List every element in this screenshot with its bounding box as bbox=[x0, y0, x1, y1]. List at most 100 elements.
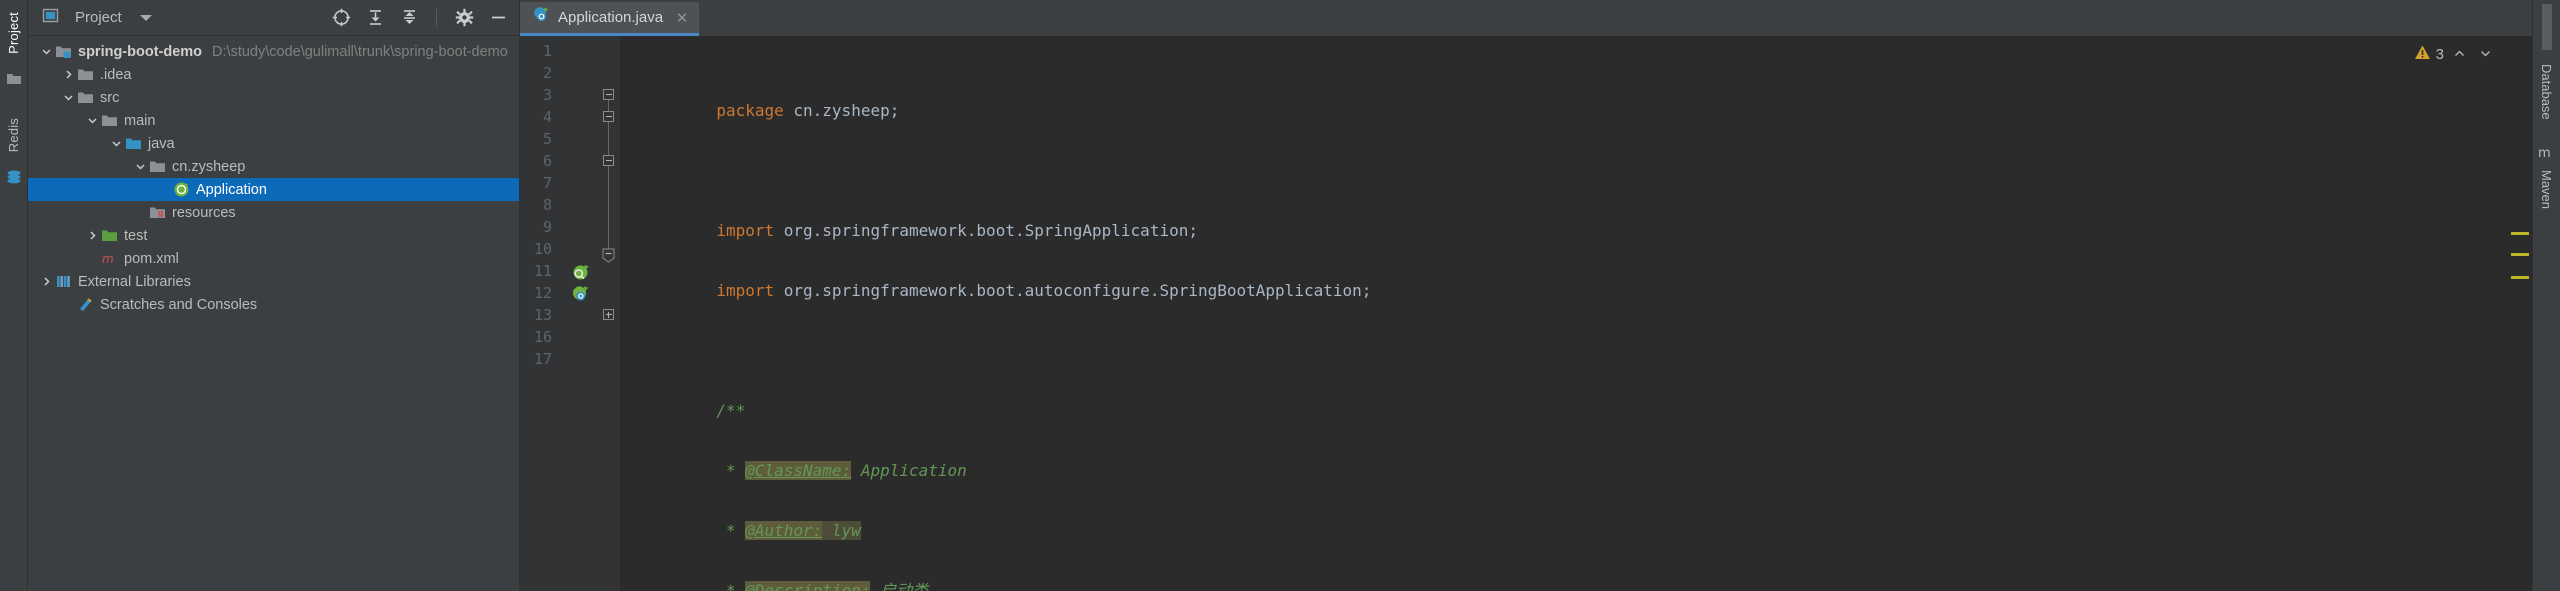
sidebar-item-database[interactable]: Database bbox=[2539, 58, 2554, 126]
expand-all-icon[interactable] bbox=[362, 5, 388, 31]
chevron-down-icon[interactable] bbox=[2475, 46, 2496, 64]
token-javadoc-tag: @ClassName: bbox=[745, 461, 852, 480]
tree-row-pom-xml[interactable]: m pom.xml bbox=[28, 247, 519, 270]
resources-folder-icon bbox=[148, 204, 166, 222]
token-text: ; bbox=[1361, 281, 1372, 300]
spring-boot-run-icon[interactable] bbox=[570, 284, 590, 304]
tree-label: java bbox=[148, 135, 175, 152]
fold-toggle-method[interactable] bbox=[603, 309, 614, 320]
fold-toggle-import2[interactable] bbox=[603, 111, 614, 122]
left-tool-strip: Project Redis bbox=[0, 0, 28, 591]
tree-row-spring-boot-demo[interactable]: spring-boot-demo D:\study\code\gulimall\… bbox=[28, 40, 519, 63]
spring-bean-icon[interactable] bbox=[570, 262, 590, 282]
sidebar-item-project[interactable]: Project bbox=[6, 6, 21, 60]
chevron-right-icon[interactable] bbox=[38, 274, 54, 290]
tree-label: Application bbox=[196, 181, 267, 198]
tree-label: .idea bbox=[100, 66, 132, 83]
token-keyword: import bbox=[716, 281, 784, 300]
fold-toggle-javadoc[interactable] bbox=[603, 155, 614, 166]
editor-gutter[interactable]: 1 2 3 4 5 6 7 8 9 10 11 12 13 16 17 bbox=[520, 36, 607, 591]
spring-java-file-icon bbox=[532, 6, 550, 29]
warning-stripe-mark[interactable] bbox=[2511, 232, 2529, 235]
token-identifier: SpringBootApplication bbox=[1159, 281, 1362, 300]
line-number: 10 bbox=[533, 240, 552, 258]
editor-body[interactable]: 3 1 2 3 4 5 6 7 8 9 10 11 12 13 16 17 pa… bbox=[520, 36, 2532, 591]
token-comment: Application bbox=[851, 461, 967, 480]
chevron-down-icon[interactable] bbox=[38, 44, 54, 60]
tree-label: spring-boot-demo bbox=[78, 43, 203, 60]
token-javadoc-value: lyw bbox=[822, 521, 861, 540]
fold-end-javadoc[interactable] bbox=[602, 248, 615, 263]
tree-row-external-libraries[interactable]: External Libraries bbox=[28, 270, 519, 293]
line-number: 17 bbox=[533, 350, 552, 368]
project-panel-header: Project bbox=[28, 0, 519, 36]
token-text: org.springframework.boot.SpringApplicati… bbox=[783, 221, 1198, 240]
chevron-down-icon[interactable] bbox=[60, 90, 76, 106]
editor-scrollbar-thumb[interactable] bbox=[2541, 4, 2552, 50]
project-panel: Project spring-boot-demo D:\study\code\g… bbox=[28, 0, 520, 591]
idea-window: Project Redis Project spring-boot-demo D… bbox=[0, 0, 2560, 591]
code-line-7: * @ClassName: Application bbox=[620, 438, 2532, 480]
right-tool-strip: Database m Maven bbox=[2532, 0, 2560, 591]
code-line-9: * @Description: 启动类 bbox=[620, 558, 2532, 591]
chevron-right-icon[interactable] bbox=[60, 67, 76, 83]
settings-gear-icon[interactable] bbox=[451, 5, 477, 31]
chevron-right-icon[interactable] bbox=[84, 228, 100, 244]
tab-label: Application.java bbox=[558, 9, 664, 26]
tree-row-application[interactable]: Application bbox=[28, 178, 519, 201]
project-view-icon bbox=[42, 7, 59, 29]
code-content[interactable]: package cn.zysheep; import org.springfra… bbox=[620, 36, 2532, 591]
code-line-4: import org.springframework.boot.autoconf… bbox=[620, 258, 2532, 300]
tree-row-scratches-and-consoles[interactable]: Scratches and Consoles bbox=[28, 293, 519, 316]
line-number: 7 bbox=[542, 174, 552, 192]
line-number: 5 bbox=[542, 130, 552, 148]
tree-label: src bbox=[100, 89, 120, 106]
token-keyword: import bbox=[716, 221, 784, 240]
inspection-widget[interactable]: 3 bbox=[2414, 44, 2496, 65]
hide-panel-icon[interactable] bbox=[485, 5, 511, 31]
source-folder-icon bbox=[124, 135, 142, 153]
token-text: cn.zysheep; bbox=[793, 101, 900, 120]
chevron-up-icon[interactable] bbox=[2449, 46, 2470, 64]
tree-row-package[interactable]: cn.zysheep bbox=[28, 155, 519, 178]
sidebar-item-maven[interactable]: Maven bbox=[2539, 164, 2554, 215]
tree-label: test bbox=[124, 227, 148, 244]
folder-icon bbox=[100, 112, 118, 130]
folder-icon[interactable] bbox=[5, 70, 23, 88]
editor-tab-bar: Application.java ✕ bbox=[520, 0, 2532, 36]
warning-stripe-mark[interactable] bbox=[2511, 253, 2529, 256]
tree-row-java[interactable]: java bbox=[28, 132, 519, 155]
chevron-down-icon[interactable] bbox=[108, 136, 124, 152]
code-folding-column[interactable] bbox=[598, 36, 620, 591]
collapse-all-icon[interactable] bbox=[396, 5, 422, 31]
chevron-down-icon[interactable] bbox=[84, 113, 100, 129]
token-comment: * bbox=[716, 461, 746, 480]
fold-region-line bbox=[608, 122, 609, 157]
tree-row-test[interactable]: test bbox=[28, 224, 519, 247]
token-keyword: package bbox=[716, 101, 794, 120]
tree-row-src[interactable]: src bbox=[28, 86, 519, 109]
line-number: 2 bbox=[542, 64, 552, 82]
project-tree[interactable]: spring-boot-demo D:\study\code\gulimall\… bbox=[28, 36, 519, 591]
chevron-down-icon[interactable] bbox=[132, 159, 148, 175]
folder-icon bbox=[76, 89, 94, 107]
database-stack-icon[interactable] bbox=[5, 168, 23, 186]
token-javadoc-tag: @Author: bbox=[745, 521, 823, 540]
maven-icon[interactable]: m bbox=[2538, 144, 2556, 162]
tree-row-resources[interactable]: resources bbox=[28, 201, 519, 224]
close-icon[interactable]: ✕ bbox=[675, 9, 689, 27]
sidebar-item-redis[interactable]: Redis bbox=[6, 112, 21, 158]
tab-application-java[interactable]: Application.java ✕ bbox=[520, 2, 700, 36]
tree-row-main[interactable]: main bbox=[28, 109, 519, 132]
tree-row-idea[interactable]: .idea bbox=[28, 63, 519, 86]
error-stripe[interactable] bbox=[2508, 36, 2532, 591]
warning-stripe-mark[interactable] bbox=[2511, 276, 2529, 279]
fold-toggle-imports[interactable] bbox=[603, 89, 614, 100]
line-number: 12 bbox=[533, 284, 552, 302]
tree-label: main bbox=[124, 112, 156, 129]
select-opened-file-icon[interactable] bbox=[328, 5, 354, 31]
chevron-down-icon[interactable] bbox=[139, 14, 152, 21]
warning-triangle-icon bbox=[2414, 44, 2431, 65]
